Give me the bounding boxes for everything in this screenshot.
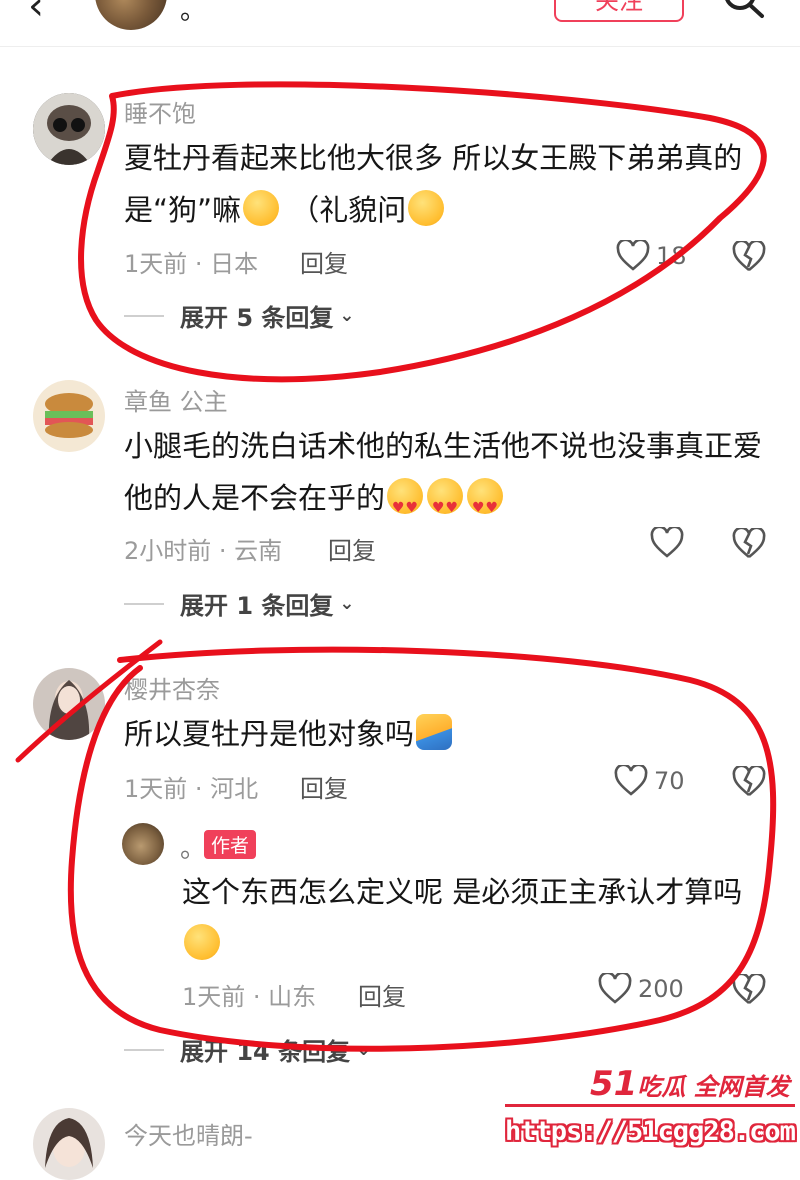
watermark-brand-text: 吃瓜 全网首发 [637,1073,790,1101]
author-reply-text: 这个东西怎么定义呢 是必须正主承认才算吗 [182,866,772,970]
like-button[interactable] [650,527,690,559]
heart-icon [598,973,632,1004]
divider [124,1048,164,1051]
broken-heart-icon[interactable] [732,974,766,1006]
heart-icon [650,527,684,558]
avatar-picture [33,93,105,165]
reply-button[interactable]: 回复 [358,977,406,1012]
avatar-picture [33,380,105,452]
author-reply-text-body: 这个东西怎么定义呢 是必须正主承认才算吗 [182,875,743,909]
chevron-down-icon: ⌄ [339,593,355,614]
comment-meta: 2小时前 · 云南 [124,537,283,565]
comment-text: 夏牡丹看起来比他大很多 所以女王殿下弟弟真的是“狗”嘛 （礼貌问 [124,132,774,236]
author-reply-meta: 1天前 · 山东 [182,983,317,1011]
comment-username[interactable]: 睡不饱 [124,94,196,129]
heart-eyes-emoji-icon [427,478,464,534]
like-count: 18 [656,242,687,270]
expand-replies-button[interactable]: 展开 1 条回复 ⌄ [124,586,355,621]
avatar[interactable] [33,668,105,740]
silly-face-emoji-icon [243,190,280,226]
crying-laughing-emoji-icon [184,924,220,960]
expand-replies-label: 展开 14 条回复 [180,1038,351,1066]
broken-heart-icon[interactable] [732,528,766,560]
expand-replies-button[interactable]: 展开 5 条回复 ⌄ [124,298,355,333]
watermark-underline [505,1104,795,1107]
avatar[interactable] [33,1108,105,1180]
expand-replies-label: 展开 1 条回复 [180,592,334,620]
search-icon[interactable] [722,0,766,20]
heart-icon [616,240,650,271]
divider [124,602,164,605]
author-badge: 作者 [204,830,257,859]
comment-username[interactable]: 章鱼 公主 [124,382,228,417]
reply-button[interactable]: 回复 [300,769,348,804]
divider [124,314,164,317]
watermark-url: https://51cgg28.com [505,1116,796,1147]
top-bar: ‹ 。 关注 [0,0,800,47]
chevron-down-icon: ⌄ [339,305,355,326]
author-name[interactable]: 。 [180,0,206,27]
heart-eyes-emoji-icon [467,478,504,534]
avatar[interactable] [33,93,105,165]
like-count: 70 [654,767,685,795]
avatar-picture [33,1108,105,1180]
reply-button[interactable]: 回复 [300,244,348,279]
heart-icon [614,765,648,796]
like-button[interactable]: 18 [616,240,687,272]
follow-button[interactable]: 关注 [554,0,684,22]
broken-heart-icon[interactable] [732,766,766,798]
comment-meta: 1天前 · 河北 [124,775,259,803]
expand-replies-label: 展开 5 条回复 [180,304,334,332]
comment-text: 小腿毛的洗白话术他的私生活他不说也没事真正爱他的人是不会在乎的 [124,420,774,534]
comment-text-body: 所以夏牡丹是他对象吗 [124,717,415,751]
like-button[interactable]: 200 [598,973,684,1005]
author-reply-username[interactable]: 。 [180,828,206,865]
watermark-brand-num: 51 [590,1064,638,1104]
like-count: 200 [638,975,684,1003]
expand-replies-button[interactable]: 展开 14 条回复 ⌄ [124,1032,371,1067]
comment-username[interactable]: 今天也晴朗- [124,1116,253,1151]
comment-meta: 1天前 · 日本 [124,250,259,278]
back-chevron-icon[interactable]: ‹ [28,0,44,26]
heart-eyes-emoji-icon [387,478,424,534]
comment-text: 所以夏牡丹是他对象吗 [124,708,774,760]
reply-button[interactable]: 回复 [328,531,376,566]
broken-heart-icon[interactable] [732,241,766,273]
author-avatar[interactable] [95,0,167,30]
avatar[interactable] [33,380,105,452]
hugging-face-emoji-icon [416,714,453,750]
avatar-picture [33,668,105,740]
watermark-brand: 51吃瓜 全网首发 [590,1064,790,1104]
author-reply-avatar[interactable] [122,823,164,865]
chevron-down-icon: ⌄ [356,1039,372,1060]
comment-username[interactable]: 樱井杏奈 [124,670,220,705]
like-button[interactable]: 70 [614,765,685,797]
comment-text-tail: （礼貌问 [290,193,407,227]
smirk-face-emoji-icon [408,190,445,226]
